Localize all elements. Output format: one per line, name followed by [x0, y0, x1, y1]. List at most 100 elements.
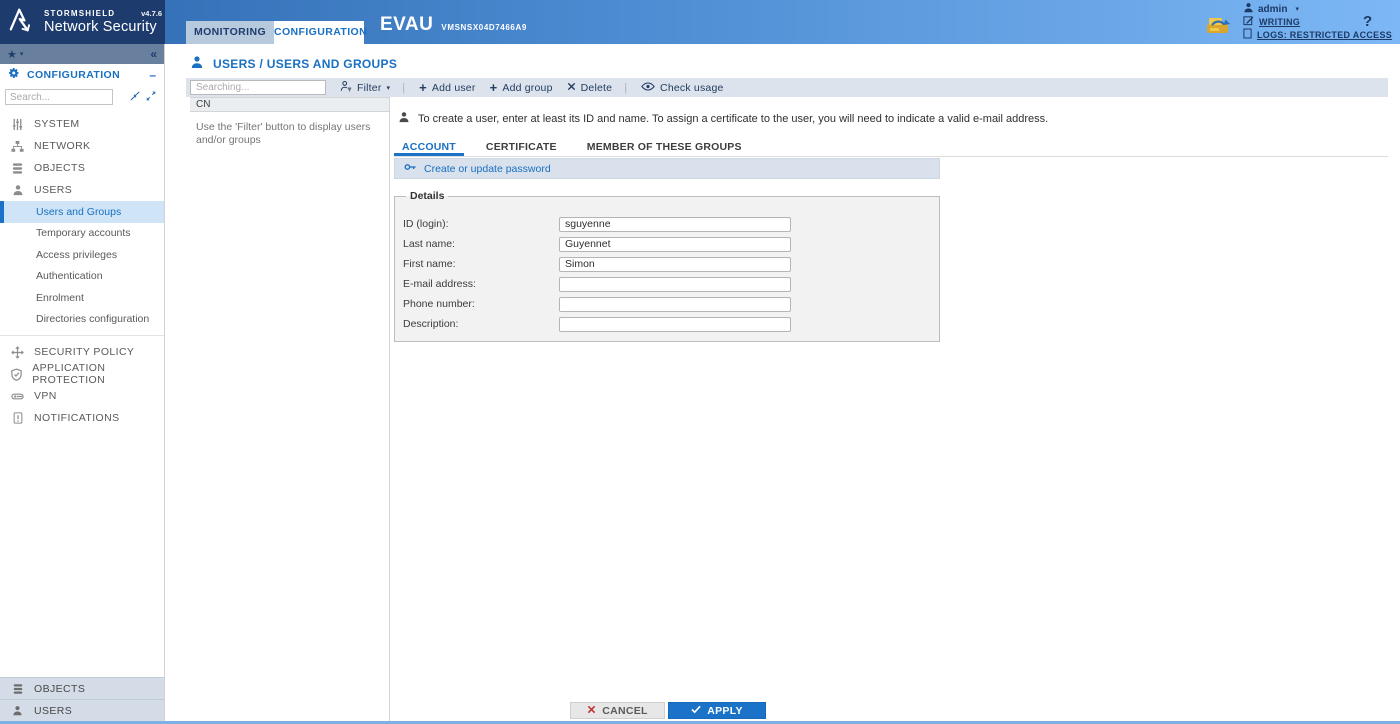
sidebar-subitem-label: Access privileges — [36, 249, 117, 261]
users-icon — [190, 55, 204, 72]
brand-product: Network Security — [44, 19, 162, 35]
bottom-panel-label: USERS — [34, 705, 72, 717]
sidebar-item-label: APPLICATION PROTECTION — [32, 362, 164, 386]
stormshield-mark-icon — [8, 5, 38, 40]
add-user-button[interactable]: + Add user — [419, 82, 475, 94]
field-row-description: Description: — [403, 314, 939, 334]
collapse-section-icon[interactable]: – — [149, 68, 156, 82]
x-icon — [567, 82, 576, 94]
field-row-last-name: Last name: — [403, 234, 939, 254]
sidebar-subitem-label: Temporary accounts — [36, 227, 131, 239]
plus-icon: + — [490, 83, 498, 93]
version-label: v4.7.6 — [141, 9, 162, 18]
sidebar-item-objects[interactable]: OBJECTS — [0, 157, 164, 179]
user-list-panel: CN Use the 'Filter' button to display us… — [190, 97, 390, 721]
create-update-password-button[interactable]: Create or update password — [394, 158, 940, 179]
stormshield-logo: STORMSHIELD v4.7.6 Network Security — [0, 0, 165, 44]
check-icon — [691, 705, 701, 717]
apply-button[interactable]: APPLY — [668, 702, 766, 719]
gear-icon — [8, 66, 20, 84]
field-row-first-name: First name: — [403, 254, 939, 274]
sidebar: ★ ▾ « CONFIGURATION – SYSTEM — [0, 44, 165, 721]
phone-number-field[interactable] — [559, 297, 791, 312]
tab-configuration[interactable]: CONFIGURATION — [274, 21, 364, 44]
field-label: Last name: — [403, 238, 559, 250]
sidebar-item-label: VPN — [34, 390, 57, 402]
sidebar-item-network[interactable]: NETWORK — [0, 135, 164, 157]
email-field[interactable] — [559, 277, 791, 292]
sidebar-item-authentication[interactable]: Authentication — [0, 266, 164, 288]
expand-all-icon[interactable] — [146, 88, 156, 106]
sidebar-item-security-policy[interactable]: SECURITY POLICY — [0, 341, 164, 363]
appliance-info: EVAU VMSNSX04D7466A9 — [380, 14, 527, 36]
favorites-caret-icon[interactable]: ▾ — [20, 50, 24, 58]
first-name-field[interactable] — [559, 257, 791, 272]
user-icon — [398, 110, 410, 128]
bottom-panel-label: OBJECTS — [34, 683, 85, 695]
chevron-down-icon: ▾ — [387, 84, 391, 92]
tab-certificate[interactable]: CERTIFICATE — [471, 138, 572, 156]
check-usage-button[interactable]: Check usage — [641, 82, 724, 94]
user-icon — [10, 184, 25, 196]
sidebar-item-system[interactable]: SYSTEM — [0, 113, 164, 135]
bottom-panel-users[interactable]: USERS — [0, 699, 164, 721]
sidebar-item-directories-configuration[interactable]: Directories configuration — [0, 309, 164, 331]
cn-column-header[interactable]: CN — [190, 97, 389, 112]
cancel-button[interactable]: CANCEL — [570, 702, 665, 719]
id-login-field[interactable] — [559, 217, 791, 232]
toolbar: Filter ▾ | + Add user + Add group Delete… — [186, 78, 1388, 97]
sidebar-collapse-icon[interactable]: « — [150, 47, 157, 61]
delete-button[interactable]: Delete — [567, 82, 613, 94]
tab-account[interactable]: ACCOUNT — [394, 138, 464, 156]
toolbar-separator: | — [402, 82, 405, 94]
search-input[interactable] — [190, 80, 326, 95]
notifications-icon — [10, 412, 25, 424]
backup-icon[interactable] — [1205, 15, 1231, 42]
sidebar-search-input[interactable] — [5, 89, 113, 105]
appliance-name: EVAU — [380, 14, 433, 36]
sidebar-divider — [0, 335, 164, 336]
filter-button[interactable]: Filter ▾ — [340, 80, 390, 95]
sliders-icon — [10, 118, 25, 131]
description-field[interactable] — [559, 317, 791, 332]
database-icon — [10, 683, 25, 695]
field-label: Phone number: — [403, 298, 559, 310]
sidebar-item-users-and-groups[interactable]: Users and Groups — [0, 201, 164, 223]
field-row-email: E-mail address: — [403, 274, 939, 294]
network-icon — [10, 140, 25, 153]
sidebar-subitem-label: Users and Groups — [36, 206, 121, 218]
brand-name: STORMSHIELD — [44, 9, 115, 18]
plus-icon: + — [419, 83, 427, 93]
field-label: E-mail address: — [403, 278, 559, 290]
x-icon — [587, 705, 596, 717]
collapse-all-icon[interactable] — [130, 88, 140, 106]
favorites-star-icon[interactable]: ★ — [7, 48, 17, 61]
sidebar-item-temporary-accounts[interactable]: Temporary accounts — [0, 223, 164, 245]
app-header: STORMSHIELD v4.7.6 Network Security MONI… — [0, 0, 1400, 44]
logs-access-link[interactable]: LOGS: RESTRICTED ACCESS — [1243, 29, 1392, 41]
sidebar-subitem-label: Enrolment — [36, 292, 84, 304]
last-name-field[interactable] — [559, 237, 791, 252]
tab-monitoring[interactable]: MONITORING — [186, 21, 274, 44]
sidebar-item-access-privileges[interactable]: Access privileges — [0, 244, 164, 266]
help-icon[interactable]: ? — [1363, 13, 1372, 30]
tab-member-of-these-groups[interactable]: MEMBER OF THESE GROUPS — [572, 138, 757, 156]
sidebar-item-users[interactable]: USERS — [0, 179, 164, 201]
sidebar-configuration-header[interactable]: CONFIGURATION – — [0, 64, 164, 85]
appliance-serial: VMSNSX04D7466A9 — [441, 23, 526, 32]
writing-mode-label: WRITING — [1259, 17, 1300, 27]
bottom-panel-objects[interactable]: OBJECTS — [0, 677, 164, 699]
sidebar-item-notifications[interactable]: NOTIFICATIONS — [0, 407, 164, 429]
sidebar-item-vpn[interactable]: VPN — [0, 385, 164, 407]
sidebar-item-label: OBJECTS — [34, 162, 85, 174]
add-group-button[interactable]: + Add group — [490, 82, 553, 94]
sidebar-item-application-protection[interactable]: APPLICATION PROTECTION — [0, 363, 164, 385]
info-message-row: To create a user, enter at least its ID … — [398, 110, 1048, 128]
page-title: USERS / USERS AND GROUPS — [190, 55, 397, 72]
sidebar-item-enrolment[interactable]: Enrolment — [0, 287, 164, 309]
database-icon — [10, 162, 25, 175]
shield-icon — [10, 368, 23, 381]
field-row-phone: Phone number: — [403, 294, 939, 314]
logs-access-label: LOGS: RESTRICTED ACCESS — [1257, 30, 1392, 40]
admin-username: admin — [1258, 4, 1287, 15]
